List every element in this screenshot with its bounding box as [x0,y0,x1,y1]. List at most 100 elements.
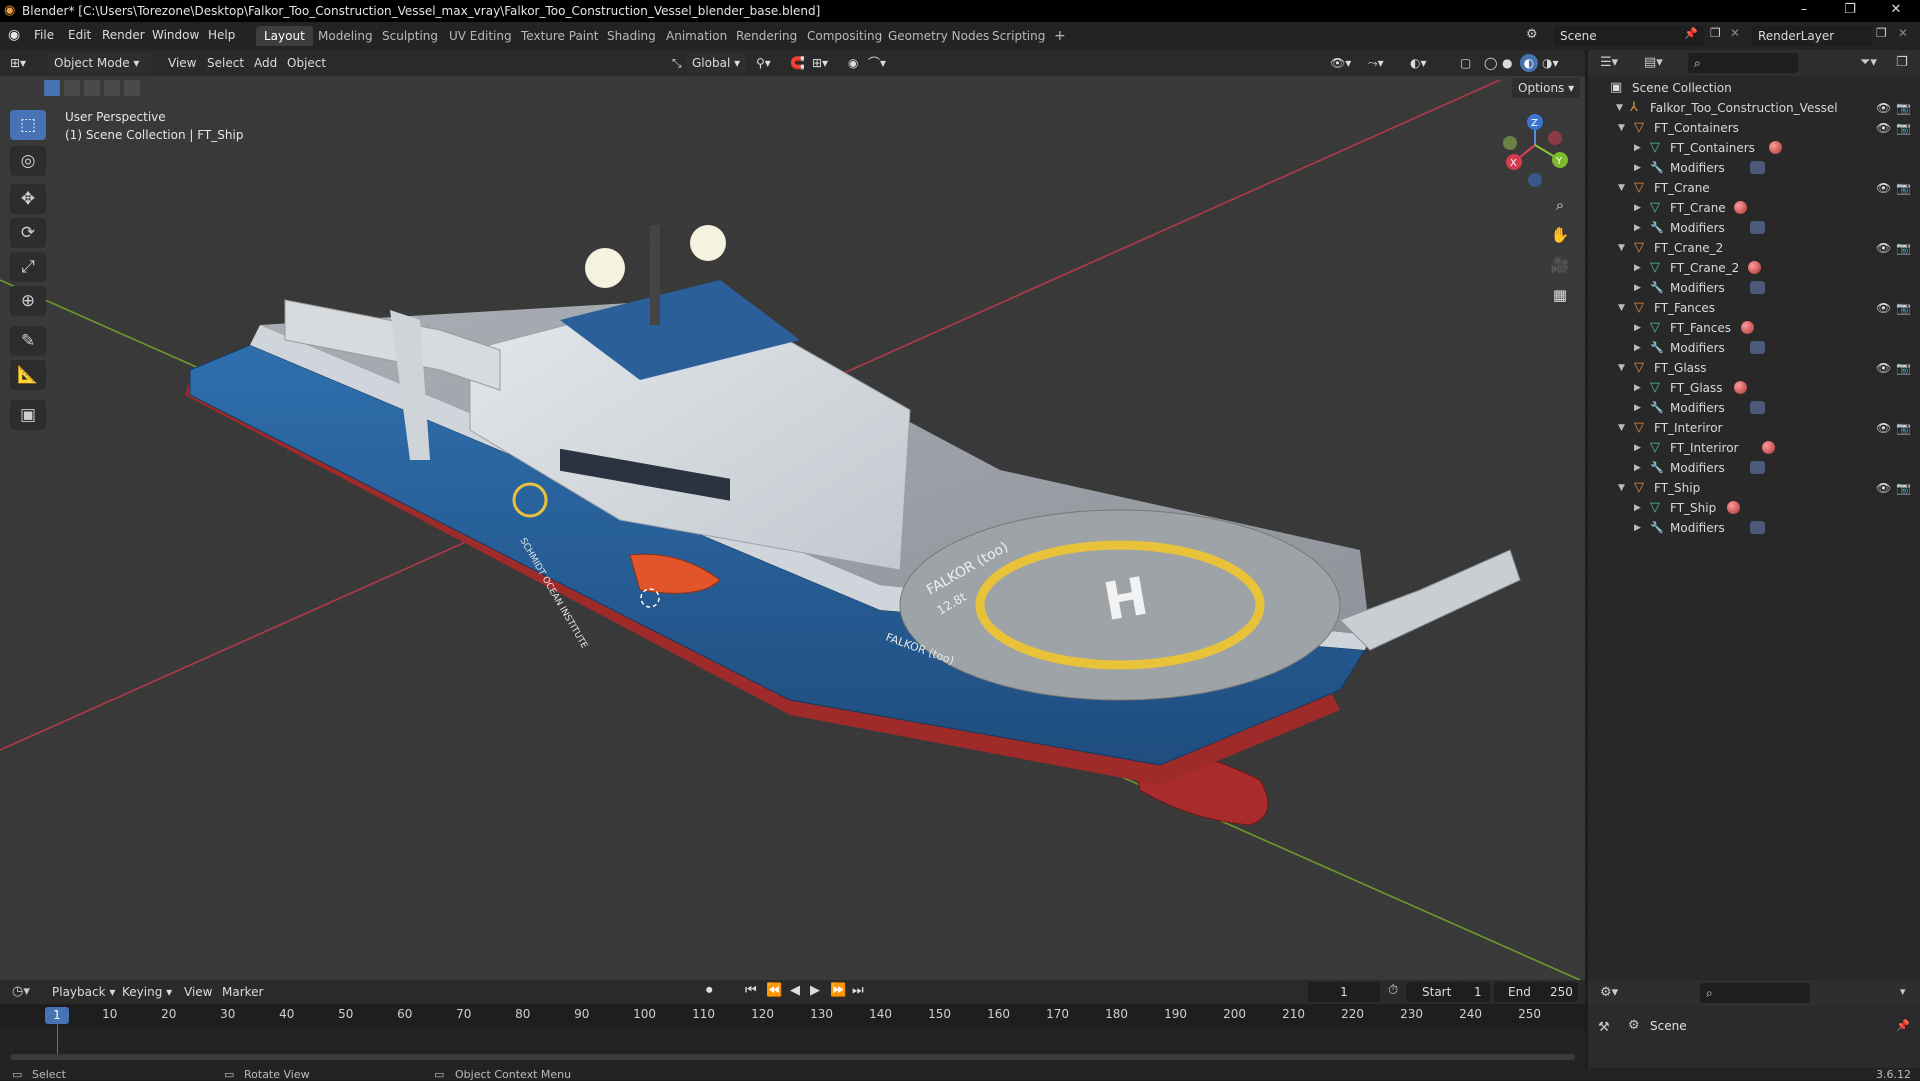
tab-compositing[interactable]: Compositing [799,26,890,46]
jump-keyframe-forward-icon[interactable]: ⏩ [830,983,846,998]
viewport-menu-select[interactable]: Select [207,54,244,72]
outliner-modifiers-ft-crane[interactable]: ▶ 🔧 Modifiers [1588,218,1920,238]
viewport-menu-object[interactable]: Object [287,54,326,72]
select-box-tool[interactable]: ⬚ [10,110,46,140]
filter-icon[interactable]: ⏷▾ [1860,55,1877,70]
visibility-eye-icon[interactable]: 👁 [1876,238,1891,258]
outliner-modifiers-ft-glass[interactable]: ▶ 🔧 Modifiers [1588,398,1920,418]
timeline-editor-icon[interactable]: ◷▾ [12,984,30,999]
collapse-arrow-icon[interactable]: ▼ [1618,118,1625,138]
tab-scripting[interactable]: Scripting [984,26,1053,46]
outliner-modifiers-ft-fances[interactable]: ▶ 🔧 Modifiers [1588,338,1920,358]
render-camera-icon[interactable]: 📷 [1896,418,1911,438]
properties-editor-icon[interactable]: ⚙▾ [1600,985,1618,1000]
scale-tool[interactable]: ⤢ [10,252,46,282]
render-camera-icon[interactable]: 📷 [1896,178,1911,198]
current-frame-field[interactable]: 1 [1308,982,1380,1002]
timer-icon[interactable]: ⏱ [1388,983,1398,998]
expand-arrow-icon[interactable]: ▶ [1634,318,1641,338]
ortho-toggle-button[interactable]: ▦ [1547,282,1573,308]
select-intersect-icon[interactable] [124,80,140,96]
tab-shading[interactable]: Shading [599,26,664,46]
outliner-mesh-ft-interiror[interactable]: ▶ ▽ FT_Interiror [1588,438,1920,458]
snap-target-icon[interactable]: ⊞▾ [812,54,828,72]
expand-arrow-icon[interactable]: ▶ [1634,378,1641,398]
expand-arrow-icon[interactable]: ▶ [1634,518,1641,538]
menu-edit[interactable]: Edit [68,28,91,42]
visibility-eye-icon[interactable]: 👁 [1876,298,1891,318]
cursor-tool[interactable]: ◎ [10,146,46,176]
render-camera-icon[interactable]: 📷 [1896,358,1911,378]
new-collection-icon[interactable]: ❐ [1896,55,1908,70]
blender-menu-icon[interactable]: ◉ [8,27,20,43]
outliner-object-ft-fances[interactable]: ▼ ▽ FT_Fances 👁 📷 [1588,298,1920,318]
tab-uv-editing[interactable]: UV Editing [441,26,520,46]
collapse-arrow-icon[interactable]: ▼ [1618,178,1625,198]
render-layer-selector[interactable]: RenderLayer [1752,26,1872,46]
select-new-icon[interactable] [44,80,60,96]
outliner-modifiers-ft-crane-2[interactable]: ▶ 🔧 Modifiers [1588,278,1920,298]
camera-view-button[interactable]: 🎥 [1547,252,1573,278]
scene-icon[interactable]: ⚙ [1526,27,1538,42]
visibility-eye-icon[interactable]: 👁 [1876,358,1891,378]
gizmo-toggle-icon[interactable]: ⤳▾ [1368,54,1384,72]
menu-file[interactable]: File [34,28,54,42]
visibility-eye-icon[interactable]: 👁 [1876,178,1891,198]
mode-dropdown[interactable]: Object Mode ▾ [48,53,152,73]
viewport-menu-view[interactable]: View [168,54,196,72]
outliner-object-ft-interiror[interactable]: ▼ ▽ FT_Interiror 👁 📷 [1588,418,1920,438]
minimize-button[interactable]: – [1784,2,1824,17]
visibility-icon[interactable]: 👁▾ [1330,54,1351,72]
menu-render[interactable]: Render [102,28,145,42]
pan-button[interactable]: ✋ [1547,222,1573,248]
start-frame-field[interactable]: Start 1 [1406,982,1490,1002]
display-mode-icon[interactable]: ▤▾ [1644,55,1663,70]
expand-arrow-icon[interactable]: ▶ [1634,398,1641,418]
measure-tool[interactable]: 📐 [10,360,46,390]
solid-shading-icon[interactable]: ● [1502,54,1512,72]
collapse-arrow-icon[interactable]: ▼ [1618,298,1625,318]
expand-arrow-icon[interactable]: ▶ [1634,158,1641,178]
transform-tool[interactable]: ⊕ [10,286,46,316]
timeline-menu-keying[interactable]: Keying ▾ [122,983,172,1001]
tab-texture-paint[interactable]: Texture Paint [513,26,606,46]
properties-options-icon[interactable]: ▾ [1900,985,1906,998]
timeline-menu-playback[interactable]: Playback ▾ [52,983,115,1001]
scene-selector[interactable]: Scene [1554,26,1704,46]
outliner-row-scene-collection[interactable]: ▣ Scene Collection [1588,78,1920,98]
material-shading-icon[interactable]: ◐ [1520,54,1538,72]
move-tool[interactable]: ✥ [10,184,46,214]
outliner-modifiers-ft-interiror[interactable]: ▶ 🔧 Modifiers [1588,458,1920,478]
delete-scene-icon[interactable]: ✕ [1730,26,1740,40]
properties-search-input[interactable]: ⌕ [1700,983,1810,1003]
outliner-object-ft-crane[interactable]: ▼ ▽ FT_Crane 👁 📷 [1588,178,1920,198]
menu-help[interactable]: Help [208,28,235,42]
new-scene-icon[interactable]: ❐ [1710,26,1721,40]
close-button[interactable]: ✕ [1876,2,1916,17]
end-frame-field[interactable]: End 250 [1494,982,1578,1002]
viewport-menu-add[interactable]: Add [254,54,277,72]
render-camera-icon[interactable]: 📷 [1896,478,1911,498]
expand-arrow-icon[interactable]: ▶ [1634,198,1641,218]
3d-viewport[interactable]: H FALKOR (too) 12.8t SCHMIDT OCEAN INSTI… [0,50,1585,980]
new-view-layer-icon[interactable]: ❐ [1876,26,1887,40]
options-dropdown[interactable]: Options ▾ [1512,78,1580,98]
visibility-eye-icon[interactable]: 👁 [1876,118,1891,138]
rotate-tool[interactable]: ⟳ [10,218,46,248]
add-workspace-button[interactable]: + [1046,26,1074,46]
collapse-arrow-icon[interactable]: ▼ [1618,358,1625,378]
transform-orientation-dropdown[interactable]: Global ▾ [686,53,746,73]
outliner-object-ft-glass[interactable]: ▼ ▽ FT_Glass 👁 📷 [1588,358,1920,378]
render-camera-icon[interactable]: 📷 [1896,98,1911,118]
timeline-menu-marker[interactable]: Marker [222,983,263,1001]
outliner-row-collection[interactable]: ▼ ⅄ Falkor_Too_Construction_Vessel 👁 📷 [1588,98,1920,118]
expand-arrow-icon[interactable]: ▶ [1634,278,1641,298]
play-reverse-icon[interactable]: ◀ [790,983,800,998]
tab-layout[interactable]: Layout [256,26,313,46]
expand-arrow-icon[interactable]: ▶ [1634,438,1641,458]
proportional-edit-icon[interactable]: ◉ [848,54,858,72]
collapse-arrow-icon[interactable]: ▼ [1618,478,1625,498]
outliner-mesh-ft-containers[interactable]: ▶ ▽ FT_Containers [1588,138,1920,158]
jump-end-icon[interactable]: ⏭ [852,983,864,998]
tab-animation[interactable]: Animation [658,26,735,46]
